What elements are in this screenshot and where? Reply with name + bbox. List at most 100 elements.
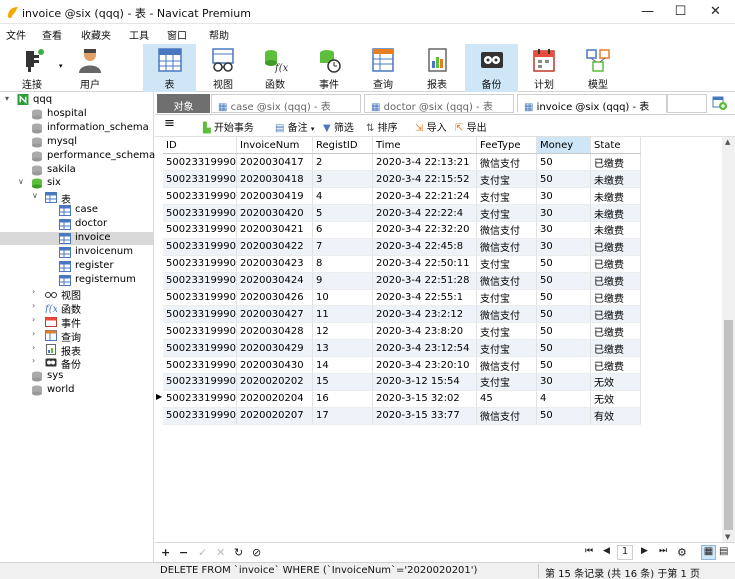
tree-db-six[interactable]: ∨ six	[0, 177, 154, 190]
tree-group-views[interactable]: › 视图	[0, 287, 154, 302]
cell-state[interactable]: 未缴费	[590, 187, 641, 206]
hamburger-menu-icon[interactable]: ≡	[164, 116, 175, 131]
cell-time[interactable]: 2020-3-15 33:77	[372, 407, 477, 425]
tab-doctor[interactable]: ▦ doctor @six (qqq) - 表	[364, 94, 514, 113]
cell-invoicenum[interactable]: 2020030423	[236, 255, 313, 273]
expand-arrow-icon[interactable]: ›	[32, 343, 35, 352]
maximize-button[interactable]: ☐	[664, 0, 697, 24]
cell-invoicenum[interactable]: 2020030428	[236, 322, 313, 341]
add-record-button[interactable]: +	[161, 546, 170, 559]
collapse-arrow-icon[interactable]: ∨	[32, 191, 38, 200]
tree-db-sakila[interactable]: sakila	[0, 164, 154, 177]
cell-registid[interactable]: 15	[312, 373, 373, 391]
cell-id[interactable]: 50023319990	[163, 255, 237, 273]
cell-time[interactable]: 2020-3-4 22:15:52	[372, 170, 477, 189]
cell-invoicenum[interactable]: 2020030417	[236, 153, 313, 172]
cell-registid[interactable]: 11	[312, 305, 373, 324]
cell-time[interactable]: 2020-3-12 15:54	[372, 373, 477, 391]
tree-table-invoicenum[interactable]: invoicenum	[0, 246, 154, 259]
grid-view-icon[interactable]: ▦	[701, 545, 716, 560]
cell-id[interactable]: 50023319990	[163, 322, 237, 341]
toolbar-model-button[interactable]: 模型	[573, 44, 623, 92]
toolbar-function-button[interactable]: f(x) 函数	[250, 44, 300, 92]
page-number-input[interactable]: 1	[617, 545, 633, 560]
cell-registid[interactable]: 12	[312, 322, 373, 341]
tree-table-registernum[interactable]: registernum	[0, 274, 154, 287]
tree-table-register[interactable]: register	[0, 260, 154, 273]
toolbar-event-button[interactable]: 事件	[304, 44, 354, 92]
cell-money[interactable]: 30	[536, 187, 591, 206]
cell-id[interactable]: 50023319990	[163, 272, 237, 290]
previous-page-icon[interactable]: ◀	[603, 546, 610, 556]
cell-invoicenum[interactable]: 2020020204	[236, 390, 313, 408]
cell-money[interactable]: 50	[536, 339, 591, 358]
cell-state[interactable]: 已缴费	[590, 238, 641, 256]
cell-feetype[interactable]: 支付宝	[476, 170, 537, 189]
cell-state[interactable]: 已缴费	[590, 356, 641, 374]
menu-help[interactable]: 帮助	[209, 27, 229, 42]
toolbar-view-button[interactable]: 视图	[198, 44, 248, 92]
cell-feetype[interactable]: 支付宝	[476, 373, 537, 391]
cell-state[interactable]: 无效	[590, 390, 641, 408]
cell-registid[interactable]: 13	[312, 339, 373, 358]
cell-id[interactable]: 50023319990	[163, 305, 237, 324]
column-header-feetype[interactable]: FeeType	[476, 137, 537, 155]
cell-registid[interactable]: 4	[312, 187, 373, 206]
cell-id[interactable]: 50023319990	[163, 153, 237, 172]
menu-favorites[interactable]: 收藏夹	[81, 27, 111, 42]
form-view-icon[interactable]: ▤	[719, 546, 728, 557]
cell-time[interactable]: 2020-3-4 23:2:12	[372, 305, 477, 324]
toolbar-schedule-button[interactable]: 计划	[519, 44, 569, 92]
cell-money[interactable]: 50	[536, 289, 591, 307]
cell-feetype[interactable]: 微信支付	[476, 407, 537, 425]
cell-money[interactable]: 50	[536, 305, 591, 324]
cell-invoicenum[interactable]: 2020030419	[236, 187, 313, 206]
cell-invoicenum[interactable]: 2020030420	[236, 204, 313, 222]
cell-money[interactable]: 50	[536, 322, 591, 341]
scrollbar-thumb[interactable]	[724, 320, 733, 530]
cell-money[interactable]: 30	[536, 221, 591, 239]
tree-table-invoice[interactable]: invoice	[0, 232, 153, 245]
column-header-money[interactable]: Money	[536, 137, 591, 155]
filter-button[interactable]: ▼ 筛选	[323, 119, 354, 134]
table-row[interactable]: 50023319990 2020030421 6 2020-3-4 22:32:20 微…	[163, 221, 641, 239]
table-row[interactable]: 50023319990 2020020204 16 2020-3-15 32:02 45…	[163, 390, 641, 408]
cell-registid[interactable]: 8	[312, 255, 373, 273]
cell-money[interactable]: 30	[536, 373, 591, 391]
cell-state[interactable]: 无效	[590, 373, 641, 391]
menu-tools[interactable]: 工具	[129, 27, 149, 42]
minimize-button[interactable]: —	[631, 0, 664, 24]
table-row[interactable]: 50023319990 2020030422 7 2020-3-4 22:45:8 微信…	[163, 238, 641, 256]
tree-table-case[interactable]: case	[0, 204, 154, 217]
cell-id[interactable]: 50023319990	[163, 187, 237, 206]
cell-id[interactable]: 50023319990	[163, 221, 237, 239]
toolbar-connection-button[interactable]: ▾ 连接	[8, 44, 63, 92]
tab-case[interactable]: ▦ case @six (qqq) - 表	[211, 94, 361, 113]
cell-money[interactable]: 50	[536, 170, 591, 189]
cell-invoicenum[interactable]: 2020030426	[236, 289, 313, 307]
next-page-icon[interactable]: ▶	[641, 546, 648, 556]
cell-invoicenum[interactable]: 2020030429	[236, 339, 313, 358]
collapse-arrow-icon[interactable]: ∨	[18, 177, 24, 186]
tree-group-backups[interactable]: › 备份	[0, 356, 154, 371]
settings-gear-icon[interactable]: ⚙	[677, 546, 687, 559]
cell-money[interactable]: 50	[536, 255, 591, 273]
tree-db-information-schema[interactable]: information_schema	[0, 122, 154, 135]
tree-group-queries[interactable]: › 查询	[0, 329, 154, 344]
cell-registid[interactable]: 14	[312, 356, 373, 374]
cell-time[interactable]: 2020-3-4 22:13:21	[372, 153, 477, 172]
cell-id[interactable]: 50023319990	[163, 170, 237, 189]
cell-id[interactable]: 50023319990	[163, 356, 237, 374]
cell-invoicenum[interactable]: 2020030422	[236, 238, 313, 256]
table-row[interactable]: 50023319990 2020030428 12 2020-3-4 23:8:20 支…	[163, 322, 641, 341]
cell-feetype[interactable]: 支付宝	[476, 339, 537, 358]
apply-changes-button[interactable]: ✓	[198, 546, 207, 559]
cell-registid[interactable]: 9	[312, 272, 373, 290]
cell-feetype[interactable]: 支付宝	[476, 255, 537, 273]
cell-registid[interactable]: 5	[312, 204, 373, 222]
close-button[interactable]: ✕	[699, 0, 732, 24]
cell-state[interactable]: 未缴费	[590, 170, 641, 189]
tree-group-reports[interactable]: › 报表	[0, 343, 154, 358]
cell-id[interactable]: 50023319990	[163, 390, 237, 408]
cell-registid[interactable]: 7	[312, 238, 373, 256]
